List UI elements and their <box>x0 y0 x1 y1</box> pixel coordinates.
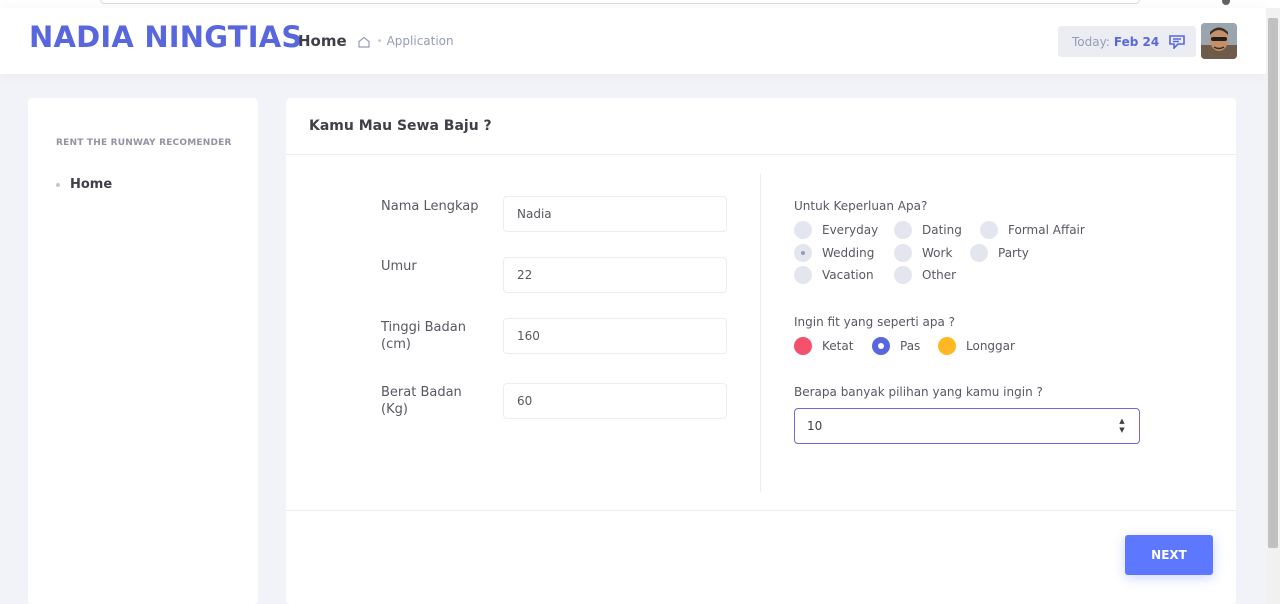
avatar[interactable] <box>1201 23 1237 59</box>
option-longgar[interactable]: Longgar <box>938 337 1015 355</box>
option-ketat[interactable]: Ketat <box>794 337 853 355</box>
card-header: Kamu Mau Sewa Baju ? <box>286 98 1236 155</box>
option-other-label: Other <box>922 268 957 282</box>
option-pas[interactable]: Pas <box>872 337 920 355</box>
berat-label-line1: Berat Badan <box>381 385 462 400</box>
scrollbar-thumb[interactable] <box>1268 18 1278 548</box>
brand-title[interactable]: NADIA NINGTIAS <box>29 20 302 54</box>
option-ketat-label: Ketat <box>822 339 854 353</box>
spin-up-icon[interactable]: ▲ <box>1119 418 1124 425</box>
browser-strip <box>0 0 1280 8</box>
radio-party[interactable] <box>970 244 988 262</box>
breadcrumb-separator: • <box>376 35 383 47</box>
radio-dating[interactable] <box>894 221 912 239</box>
tinggi-label: Tinggi Badan (cm) <box>381 319 481 353</box>
berat-input[interactable] <box>503 383 727 419</box>
bullet-icon <box>56 182 60 187</box>
address-bar-edge <box>100 0 1140 4</box>
option-party[interactable]: Party <box>970 244 1029 262</box>
radio-ketat[interactable] <box>794 337 812 355</box>
sidebar: RENT THE RUNWAY RECOMENDER Home <box>28 98 258 604</box>
jumlah-question: Berapa banyak pilihan yang kamu ingin ? <box>794 385 1043 399</box>
sidebar-section-title: RENT THE RUNWAY RECOMENDER <box>56 138 232 148</box>
sidebar-item-label: Home <box>70 177 113 192</box>
option-pas-label: Pas <box>900 339 921 353</box>
umur-input[interactable] <box>503 257 727 293</box>
jumlah-stepper[interactable]: 10 ▲ ▼ <box>794 408 1140 444</box>
radio-formal-affair[interactable] <box>980 221 998 239</box>
spin-down-icon[interactable]: ▼ <box>1119 427 1124 434</box>
option-everyday-label: Everyday <box>822 223 879 237</box>
form-title: Kamu Mau Sewa Baju ? <box>309 118 492 134</box>
radio-work[interactable] <box>894 244 912 262</box>
radio-everyday[interactable] <box>794 221 812 239</box>
column-divider <box>760 174 761 492</box>
radio-pas[interactable] <box>872 337 890 355</box>
today-label: Today: <box>1072 34 1110 49</box>
option-work-label: Work <box>922 246 953 260</box>
top-header: NADIA NINGTIAS Home • Application Today:… <box>0 8 1266 74</box>
breadcrumb: Home • Application <box>298 32 454 50</box>
breadcrumb-application[interactable]: Application <box>387 34 454 48</box>
option-formal-affair-label: Formal Affair <box>1008 223 1085 237</box>
next-button[interactable]: NEXT <box>1125 535 1213 575</box>
tinggi-label-line2: (cm) <box>381 337 411 352</box>
option-dating[interactable]: Dating <box>894 221 962 239</box>
option-wedding-label: Wedding <box>822 246 875 260</box>
tinggi-label-line1: Tinggi Badan <box>381 320 466 335</box>
date-picker-button[interactable]: Today: Feb 24 <box>1058 26 1196 57</box>
keperluan-question: Untuk Keperluan Apa? <box>794 199 928 213</box>
radio-other[interactable] <box>894 266 912 284</box>
option-vacation[interactable]: Vacation <box>794 266 874 284</box>
radio-wedding[interactable] <box>794 244 812 262</box>
sidebar-item-home[interactable]: Home <box>56 177 112 192</box>
breadcrumb-home-title: Home <box>298 32 347 50</box>
home-icon[interactable] <box>357 34 371 48</box>
option-wedding[interactable]: Wedding <box>794 244 874 262</box>
radio-longgar[interactable] <box>938 337 956 355</box>
option-party-label: Party <box>998 246 1029 260</box>
calendar-icon <box>1169 34 1187 50</box>
option-everyday[interactable]: Everyday <box>794 221 878 239</box>
option-work[interactable]: Work <box>894 244 952 262</box>
card-footer-divider <box>286 510 1236 511</box>
option-dating-label: Dating <box>922 223 962 237</box>
radio-vacation[interactable] <box>794 266 812 284</box>
jumlah-value: 10 <box>807 419 823 433</box>
tinggi-input[interactable] <box>503 318 727 354</box>
page-scrollbar[interactable] <box>1266 8 1280 604</box>
berat-label-line2: (Kg) <box>381 402 408 417</box>
fit-question: Ingin fit yang seperti apa ? <box>794 315 956 329</box>
option-longgar-label: Longgar <box>966 339 1015 353</box>
form-card: Kamu Mau Sewa Baju ? Nama Lengkap Umur T… <box>286 98 1236 604</box>
browser-menu-dot <box>1222 0 1230 5</box>
option-other[interactable]: Other <box>894 266 956 284</box>
nama-label: Nama Lengkap <box>381 199 479 214</box>
umur-label: Umur <box>381 259 417 274</box>
option-vacation-label: Vacation <box>822 268 874 282</box>
option-formal-affair[interactable]: Formal Affair <box>980 221 1085 239</box>
spin-buttons[interactable]: ▲ ▼ <box>1117 418 1127 434</box>
today-value: Feb 24 <box>1113 34 1160 49</box>
berat-label: Berat Badan (Kg) <box>381 384 481 418</box>
nama-input[interactable] <box>503 196 727 232</box>
